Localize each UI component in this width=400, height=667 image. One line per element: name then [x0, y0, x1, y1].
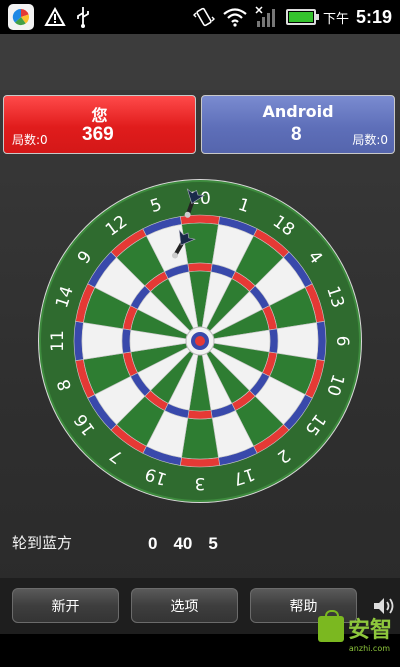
wifi-icon: [223, 8, 247, 27]
signal-icon: [255, 6, 275, 27]
battery-icon: [285, 9, 319, 25]
speaker-icon[interactable]: [372, 596, 396, 616]
app-icon: [8, 4, 34, 30]
dart-scores: 0 40 5: [148, 534, 218, 554]
bullseye: [195, 336, 205, 346]
shopping-bag-icon: [317, 610, 344, 642]
status-time: 5:19: [355, 6, 392, 27]
board-number: 11: [48, 330, 68, 352]
dartboard[interactable]: 20 11841361015217319716811149125: [36, 177, 364, 505]
triple-segment: [187, 409, 213, 420]
usb-icon: [77, 7, 89, 28]
vibrate-icon: [192, 7, 215, 27]
watermark-text: 安智: [347, 618, 392, 643]
turn-label: 轮到蓝方: [12, 534, 73, 552]
title-strip: [0, 34, 400, 90]
player-blue-name: Android: [262, 102, 334, 121]
triple-segment: [268, 328, 279, 354]
board-number: 3: [195, 473, 206, 493]
triple-segment: [187, 262, 213, 273]
watermark-logo: 安智 anzhi.com: [317, 610, 392, 653]
status-ampm: 下午: [322, 11, 349, 27]
player-blue-score: 8: [291, 124, 302, 145]
new-game-button[interactable]: 新开: [12, 588, 119, 623]
player-red-score: 369: [82, 124, 114, 145]
triple-segment: [121, 328, 132, 354]
player-blue-rounds: 局数:0: [352, 133, 388, 147]
player-red-panel: 您 局数:0 369: [3, 95, 196, 154]
player-red-name: 您: [91, 106, 108, 125]
dart-score-1: 0: [148, 534, 158, 553]
status-bar: 下午 5:19: [0, 0, 400, 34]
board-number: 6: [332, 336, 352, 347]
options-button[interactable]: 选项: [131, 588, 238, 623]
watermark-sub: anzhi.com: [348, 644, 390, 653]
game-screen: 您 局数:0 369 Android 8 局数:0 20 1 18 4 13 6 10 15 2…: [0, 34, 400, 634]
player-blue-panel: Android 8 局数:0: [201, 95, 395, 154]
dart-score-2: 40: [173, 534, 193, 553]
player-red-rounds: 局数:0: [12, 133, 48, 147]
dart-score-3: 5: [208, 534, 218, 553]
alert-icon: [44, 7, 66, 26]
